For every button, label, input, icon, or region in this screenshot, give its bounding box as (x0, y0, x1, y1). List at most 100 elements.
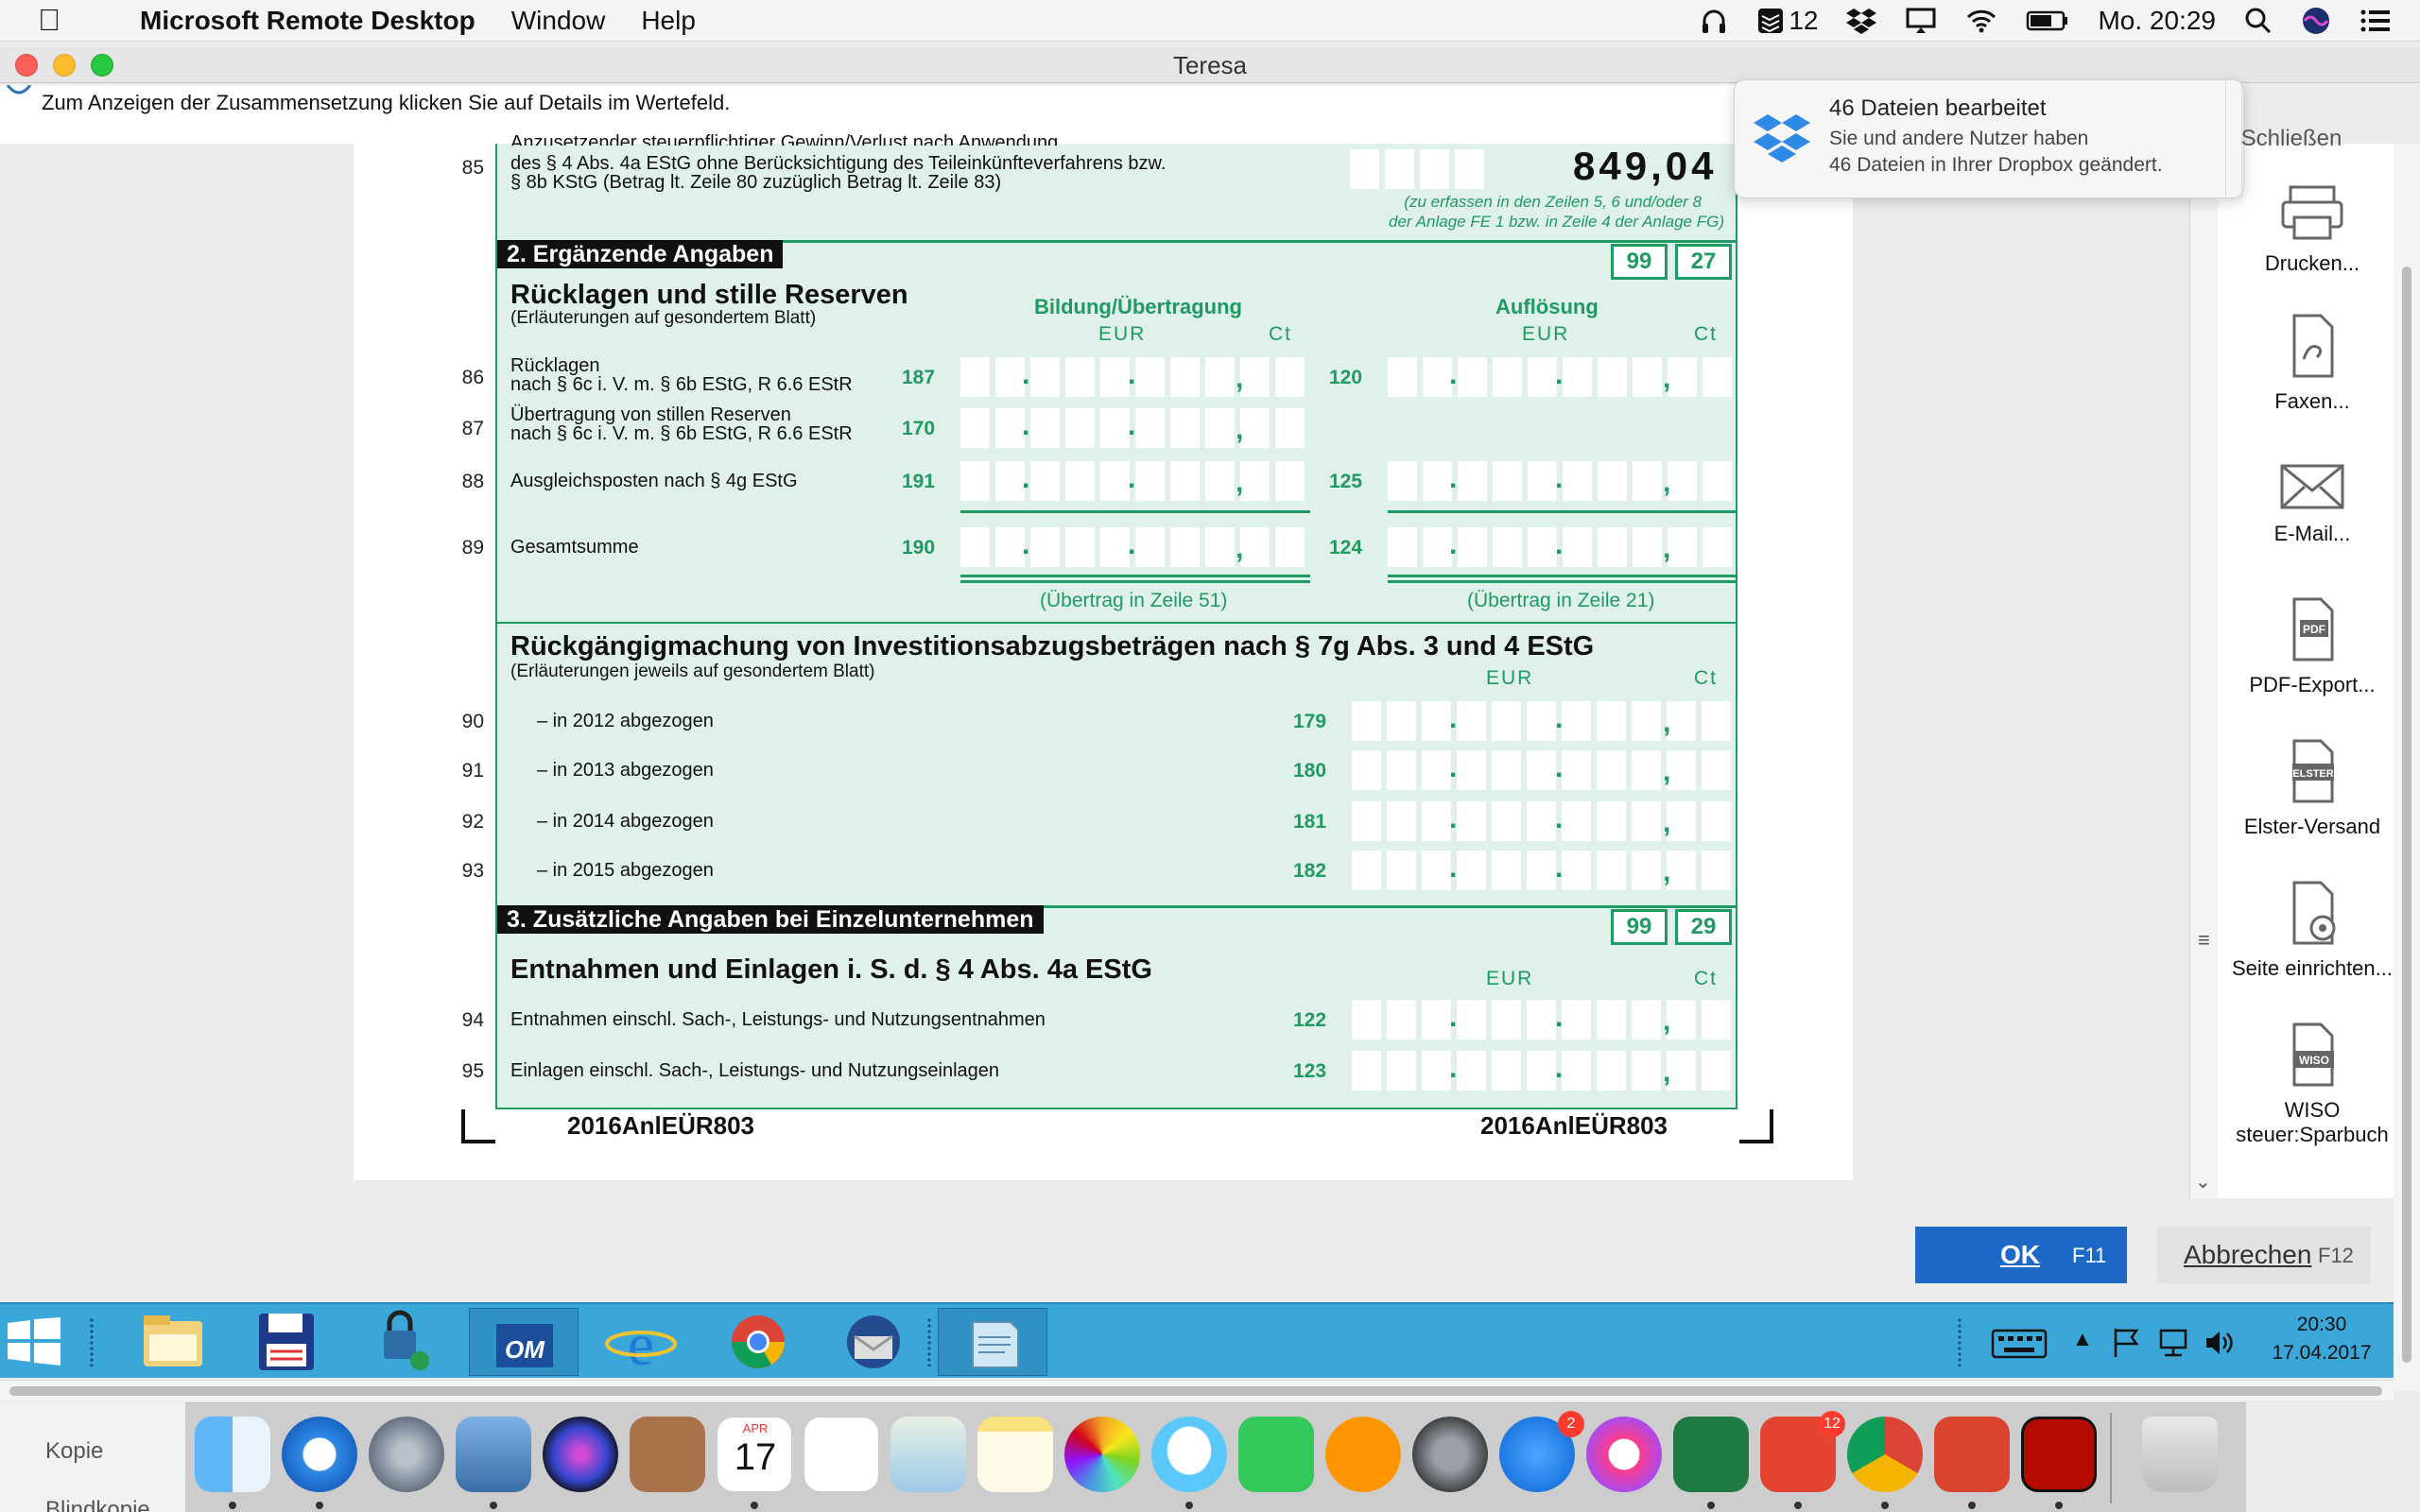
excel-icon[interactable] (1673, 1417, 1749, 1492)
menubar-clock[interactable]: Mo. 20:29 (2098, 6, 2216, 36)
photos-icon[interactable] (1064, 1417, 1140, 1492)
taskbar-security-app[interactable] (346, 1308, 456, 1376)
decimal-comma: , (1663, 1057, 1671, 1088)
row85-value[interactable]: 849,04 (1573, 144, 1718, 189)
form-scrollbar[interactable]: ≡ ⌄ (2189, 144, 2218, 1198)
trash-icon[interactable] (2142, 1417, 2218, 1492)
mail-stamp-icon[interactable] (456, 1417, 531, 1492)
row-number-94: 94 (461, 1009, 484, 1031)
print-button[interactable]: Drucken... (2218, 185, 2407, 276)
email-button[interactable]: E-Mail... (2218, 463, 2407, 546)
tray-expand-icon[interactable]: ▲ (2072, 1327, 2093, 1351)
horizontal-scrollbar[interactable] (0, 1380, 2394, 1400)
taskbar-internet-explorer[interactable]: e (586, 1308, 696, 1378)
acrobat-icon[interactable] (2021, 1417, 2097, 1492)
itunes-icon[interactable] (1586, 1417, 1662, 1492)
volume-icon[interactable] (2203, 1327, 2235, 1359)
row85-input-boxes[interactable] (1350, 149, 1484, 189)
spotlight-search-icon[interactable] (2244, 7, 2273, 35)
row89-double-underline-1b (960, 580, 1310, 583)
cancel-button[interactable]: Abbrechen F12 (2157, 1227, 2371, 1283)
form-code-right: 2016AnlEÜR803 (1480, 1111, 1668, 1140)
ibooks-icon[interactable] (1325, 1417, 1401, 1492)
row85-text-line3: § 8b KStG (Betrag lt. Zeile 80 zuzüglich… (510, 172, 1002, 193)
headphones-icon[interactable] (1700, 7, 1728, 35)
contacts-icon[interactable] (630, 1417, 705, 1492)
menu-help[interactable]: Help (641, 6, 696, 36)
decimal-comma: , (1663, 807, 1671, 838)
row95-input[interactable] (1352, 1051, 1731, 1091)
taskbar-save-app[interactable] (231, 1308, 340, 1376)
row92-input[interactable] (1352, 801, 1731, 841)
keyboard-icon[interactable] (1991, 1329, 2048, 1359)
wiso-button[interactable]: WISO WISO steuer:Sparbuch (2218, 1021, 2407, 1147)
dropbox-notification[interactable]: 46 Dateien bearbeitet Sie und andere Nut… (1734, 79, 2244, 198)
cancel-label: Abbrechen (2184, 1240, 2312, 1269)
display-icon[interactable] (1905, 7, 1937, 35)
row89-double-underline-2a (1388, 575, 1737, 577)
ok-label: OK (2000, 1240, 2040, 1269)
battery-icon[interactable] (2026, 7, 2069, 35)
chrome-dock-icon[interactable] (1847, 1417, 1923, 1492)
siri-dock-icon[interactable] (543, 1417, 618, 1492)
taskbar-explorer[interactable] (117, 1308, 227, 1376)
row86-code2: 120 (1329, 367, 1363, 388)
todoist-menubar-item[interactable]: 12 (1756, 6, 1818, 36)
safari-icon[interactable] (282, 1417, 357, 1492)
elster-send-button[interactable]: ELSTER Elster-Versand (2218, 737, 2407, 839)
siri-icon[interactable] (2301, 6, 2331, 36)
row93-input[interactable] (1352, 850, 1731, 890)
ruecklagen-title: Rücklagen und stille Reserven (510, 280, 908, 310)
pdf-export-button[interactable]: PDF PDF-Export... (2218, 595, 2407, 697)
window-scrollbar-thumb[interactable] (2402, 266, 2411, 1363)
menu-window[interactable]: Window (511, 6, 606, 36)
finder-icon[interactable] (195, 1417, 270, 1492)
thousands-dot: . (1449, 1053, 1458, 1084)
page-setup-button[interactable]: Seite einrichten... (2218, 879, 2407, 981)
scroll-down-icon[interactable]: ⌄ (2195, 1170, 2211, 1194)
scroll-grip-icon[interactable]: ≡ (2198, 928, 2210, 953)
thousands-dot: . (1555, 1002, 1564, 1033)
dropbox-icon[interactable] (1846, 7, 1877, 35)
fax-button[interactable]: Faxen... (2218, 312, 2407, 414)
taskbar-notepad-app[interactable] (938, 1308, 1047, 1376)
ruckgaengig-eur-label: EUR (1486, 667, 1534, 689)
taskbar-clock[interactable]: 20:30 17.04.2017 (2265, 1314, 2378, 1365)
flag-icon[interactable] (2112, 1327, 2142, 1359)
window-scrollbar[interactable] (2394, 144, 2420, 1391)
app-menu[interactable]: Microsoft Remote Desktop (140, 6, 475, 36)
system-preferences-icon[interactable] (1412, 1417, 1488, 1492)
network-icon[interactable] (2157, 1327, 2189, 1359)
calendar-icon[interactable]: APR 17 (717, 1417, 792, 1492)
notes-icon[interactable] (977, 1417, 1053, 1492)
row91-input[interactable] (1352, 750, 1731, 790)
row88-code1: 191 (902, 471, 936, 492)
wifi-icon[interactable] (1965, 7, 1997, 35)
thousands-dot: . (1128, 410, 1136, 441)
row91-label: – in 2013 abgezogen (537, 760, 714, 781)
row88-code2: 125 (1329, 471, 1363, 492)
messages-icon[interactable] (1151, 1417, 1227, 1492)
section3-code-box2: 29 (1675, 909, 1732, 945)
row90-input[interactable] (1352, 701, 1731, 741)
apple-menu-icon[interactable]:  (38, 3, 76, 38)
col2-eur-label: EUR (1522, 323, 1570, 345)
taskbar-time: 20:30 (2296, 1314, 2347, 1335)
col1-eur-label: EUR (1098, 323, 1147, 345)
launchpad-icon[interactable] (369, 1417, 444, 1492)
facetime-icon[interactable] (1238, 1417, 1314, 1492)
running-indicator (1968, 1502, 1976, 1509)
windows-start-button[interactable] (6, 1317, 62, 1371)
taskbar-chrome[interactable] (703, 1308, 813, 1376)
notification-center-icon[interactable] (2360, 7, 2392, 35)
taskbar-om-app[interactable]: OM (469, 1308, 579, 1376)
horizontal-scrollbar-thumb[interactable] (9, 1386, 2382, 1396)
thousands-dot: . (1022, 359, 1030, 390)
reminders-icon[interactable] (804, 1417, 879, 1492)
ok-button[interactable]: OK F11 (1915, 1227, 2127, 1283)
maps-icon[interactable] (890, 1417, 966, 1492)
notification-close-button[interactable]: Schließen (2227, 79, 2356, 198)
row94-input[interactable] (1352, 1000, 1731, 1040)
taskbar-thunderbird[interactable] (819, 1308, 928, 1376)
remote-desktop-icon[interactable] (1934, 1417, 2010, 1492)
